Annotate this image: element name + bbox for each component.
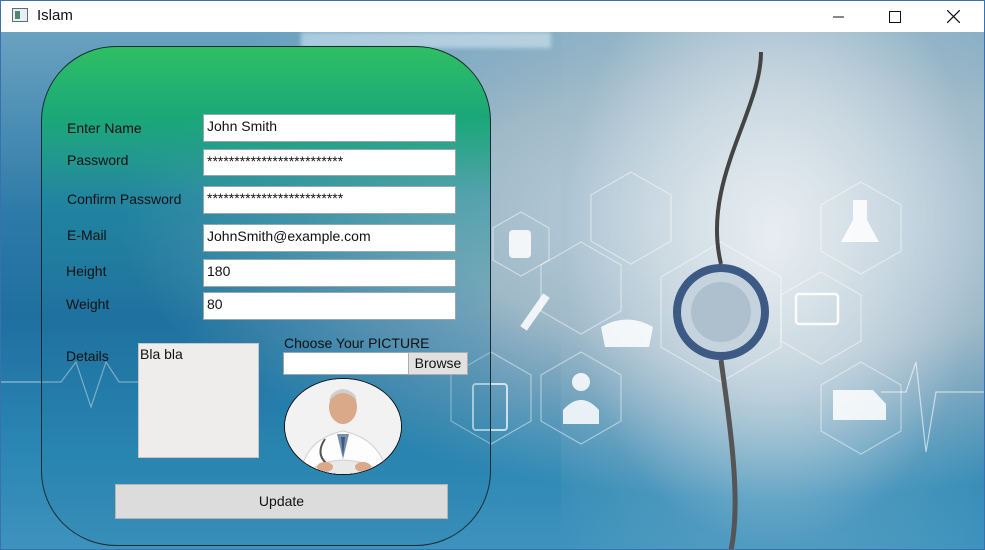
doctor-photo-image (285, 379, 401, 474)
name-input[interactable]: John Smith (203, 114, 456, 142)
heartbeat-line (881, 361, 984, 453)
syringe-icon (520, 293, 550, 331)
minimize-button[interactable] (816, 1, 862, 32)
details-label: Details (66, 348, 109, 364)
email-input[interactable]: JohnSmith@example.com (203, 224, 456, 252)
height-input[interactable]: 180 (203, 259, 456, 287)
confirm-password-input[interactable]: ************************* (203, 186, 456, 214)
confirm-password-label: Confirm Password (67, 191, 182, 207)
name-label: Enter Name (67, 120, 142, 136)
app-window: Islam Enter Name John Smith Password ***… (0, 0, 985, 550)
email-label: E-Mail (67, 227, 107, 243)
password-label: Password (67, 152, 129, 168)
doctor-body (563, 400, 599, 424)
heart-monitor-icon (794, 292, 840, 326)
hexagon-frame (540, 241, 622, 335)
weight-input[interactable]: 80 (203, 292, 456, 320)
picture-path-input[interactable] (283, 352, 409, 375)
hexagon-frame (780, 271, 862, 365)
height-label: Height (66, 263, 107, 279)
title-bar[interactable]: Islam (1, 1, 984, 32)
close-button[interactable] (930, 1, 976, 32)
maximize-button[interactable] (872, 1, 918, 32)
minimize-icon (833, 16, 844, 17)
hexagon-frame (540, 351, 622, 445)
weight-label: Weight (66, 296, 110, 312)
window-title: Islam (37, 7, 73, 24)
details-textarea[interactable]: Bla bla (138, 343, 259, 458)
nurse-cap-icon (601, 319, 653, 347)
picture-label: Choose Your PICTURE (284, 335, 430, 351)
client-area: Enter Name John Smith Password *********… (1, 32, 984, 549)
close-icon (946, 10, 960, 23)
flask-icon (841, 200, 879, 242)
doctor-icon (572, 373, 590, 391)
hexagon-frame (590, 171, 672, 265)
update-button[interactable]: Update (115, 484, 448, 519)
profile-photo (284, 378, 402, 475)
password-input[interactable]: ************************* (203, 149, 456, 176)
stethoscope-icon (673, 51, 769, 549)
form-panel: Enter Name John Smith Password *********… (41, 46, 491, 546)
iv-bag-icon (509, 230, 531, 258)
maximize-icon (889, 10, 901, 23)
app-icon (12, 8, 28, 22)
ambulance-icon (833, 390, 886, 420)
browse-button[interactable]: Browse (408, 352, 468, 375)
